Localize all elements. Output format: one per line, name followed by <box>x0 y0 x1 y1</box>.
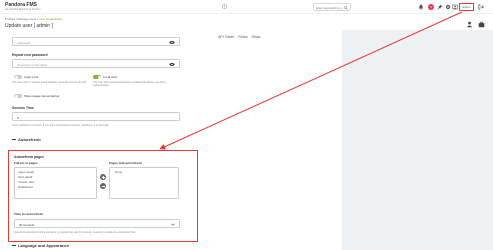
repeat-password-placeholder: Password confirmation <box>17 62 48 67</box>
autorefresh-panel: Autorefresh pages Full list of pages Age… <box>8 150 198 242</box>
remove-page-button[interactable] <box>100 183 106 189</box>
repeat-password-field[interactable]: Password confirmation <box>12 59 180 68</box>
autorefresh-time-help: Interval of autorefresh of the elements,… <box>14 231 136 234</box>
briefcase-icon[interactable] <box>478 21 485 28</box>
session-time-field[interactable]: 0 <box>12 112 180 121</box>
local-user-toggle[interactable] <box>93 75 101 79</box>
local-user-label: Local User <box>103 75 118 79</box>
add-page-button[interactable] <box>100 174 106 180</box>
list-item[interactable]: Agent detail <box>18 170 34 174</box>
full-list-label: Full list of pages <box>14 161 38 165</box>
app-subtitle: the Flexible Monitoring System <box>5 8 41 11</box>
language-section-title: Language and Appearance <box>18 243 69 248</box>
top-header: Pandora FMS the Flexible Monitoring Syst… <box>0 0 493 14</box>
user-profile-icon[interactable] <box>452 4 458 10</box>
breadcrumb-current: User Detail Editor <box>39 17 63 21</box>
eye-icon[interactable] <box>169 40 175 45</box>
search-input[interactable] <box>316 5 344 10</box>
list-item[interactable]: Alert detail <box>18 175 32 179</box>
full-pages-list[interactable]: Agent detail Alert detail Cluster view D… <box>14 167 97 199</box>
current-user-link[interactable]: admin <box>459 3 474 11</box>
autorefresh-pages-title: Autorefresh pages <box>14 155 44 159</box>
repeat-password-label: Repeat new password <box>12 53 48 57</box>
pin-icon[interactable] <box>437 4 443 10</box>
user-list-icon[interactable] <box>466 21 473 28</box>
autorefresh-time-value: 30 seconds <box>19 222 35 227</box>
login-error-help: The user with no access authentication s… <box>12 81 87 84</box>
usage-tips-label: Show usage tips at startup <box>24 94 60 98</box>
breadcrumb-root[interactable]: Profiles / Manage users / <box>5 17 39 21</box>
search-icon[interactable] <box>344 5 348 10</box>
eye-icon[interactable] <box>169 62 175 67</box>
notification-count-badge[interactable]: 1 <box>428 3 434 10</box>
autorefresh-section-title: Autorefresh <box>18 137 41 142</box>
right-side-panel <box>342 30 493 250</box>
list-item[interactable]: None <box>115 170 122 174</box>
session-time-value: 0 <box>17 115 19 120</box>
autorefresh-section-toggle[interactable]: Autorefresh <box>12 137 41 142</box>
collapse-icon <box>12 139 16 141</box>
settings-icon[interactable] <box>445 4 451 10</box>
tab-roles[interactable]: Roles <box>238 35 247 39</box>
login-error-toggle[interactable] <box>14 75 22 79</box>
autorefresh-time-label: Time for autorefresh <box>14 212 44 216</box>
session-time-help: This is defined in minutes. If you want … <box>12 124 109 127</box>
chevron-down-icon <box>171 223 175 226</box>
password-field[interactable]: Password <box>12 37 180 46</box>
local-user-help: The user with local authentication enabl… <box>93 81 166 88</box>
breadcrumb: Profiles / Manage users / User Detail Ed… <box>5 17 63 21</box>
list-item[interactable]: Dashboard <box>18 185 33 189</box>
usage-tips-toggle[interactable] <box>14 94 22 98</box>
password-placeholder: Password <box>17 40 31 45</box>
tab-api-token[interactable]: API Token <box>218 35 234 39</box>
logout-icon[interactable] <box>478 4 484 10</box>
page-title: Update user [ admin ] <box>5 23 53 29</box>
menu-collapse-icon[interactable] <box>222 4 227 9</box>
language-section-toggle[interactable]: Language and Appearance <box>12 243 69 248</box>
login-error-label: Login error <box>24 75 39 79</box>
autorefresh-time-select[interactable]: 30 seconds <box>14 219 180 228</box>
global-search[interactable] <box>313 3 351 11</box>
list-item[interactable]: Cluster view <box>18 180 34 184</box>
bell-icon[interactable] <box>418 4 424 10</box>
selected-list-label: Pages with autorefresh <box>109 161 143 165</box>
autorefresh-pages-list[interactable]: None <box>109 167 179 199</box>
session-time-label: Session Time <box>12 106 34 110</box>
tab-show[interactable]: Show <box>252 35 261 39</box>
user-tabs: API Token Roles Show <box>218 35 264 39</box>
collapse-icon <box>12 245 16 247</box>
